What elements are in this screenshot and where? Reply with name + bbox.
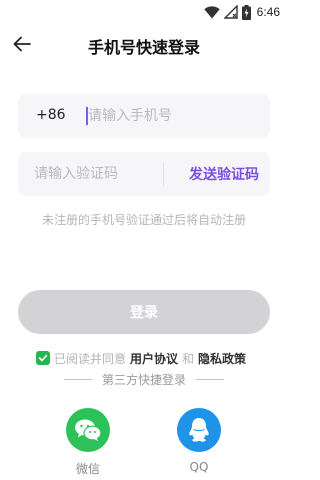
qq-label: QQ	[189, 460, 209, 474]
field-divider	[163, 162, 164, 186]
qq-login-option[interactable]: QQ	[169, 408, 229, 474]
no-signal-icon	[223, 5, 238, 19]
wechat-icon	[75, 419, 102, 441]
agreement-checkbox[interactable]	[36, 351, 50, 365]
wifi-icon	[203, 5, 220, 18]
code-input[interactable]	[34, 152, 174, 196]
check-icon	[38, 354, 48, 362]
wechat-button[interactable]	[66, 408, 110, 452]
page-title: 手机号快速登录	[87, 38, 200, 57]
wechat-login-option[interactable]: 微信	[58, 408, 118, 477]
third-party-title: 第三方快捷登录	[101, 372, 186, 387]
qq-icon	[189, 418, 209, 442]
status-icons: 6:46	[203, 4, 280, 20]
left-divider-line	[63, 378, 92, 380]
right-divider-line	[196, 378, 224, 380]
code-field: 发送验证码	[18, 152, 270, 196]
phone-input[interactable]	[88, 94, 258, 138]
battery-charging-icon	[241, 4, 251, 20]
qq-button[interactable]	[177, 408, 221, 452]
wechat-label: 微信	[75, 462, 100, 476]
agreement-prefix: 已阅读并同意	[54, 351, 127, 366]
privacy-policy-link[interactable]: 隐私政策	[198, 350, 246, 367]
country-code[interactable]: +86	[36, 107, 66, 123]
register-hint: 未注册的手机号验证通过后将自动注册	[41, 213, 246, 227]
third-party-header: 第三方快捷登录	[0, 370, 288, 388]
status-bar: 6:46	[0, 0, 288, 24]
user-agreement-link[interactable]: 用户协议	[130, 350, 178, 367]
status-time: 6:46	[256, 5, 280, 19]
send-code-button[interactable]: 发送验证码	[178, 152, 270, 196]
phone-field: +86	[18, 94, 270, 138]
login-button[interactable]: 登录	[18, 290, 270, 334]
header: 手机号快速登录	[0, 24, 288, 64]
agreement-and: 和	[182, 351, 195, 366]
agreement-row: 已阅读并同意 用户协议 和 隐私政策	[36, 350, 246, 366]
